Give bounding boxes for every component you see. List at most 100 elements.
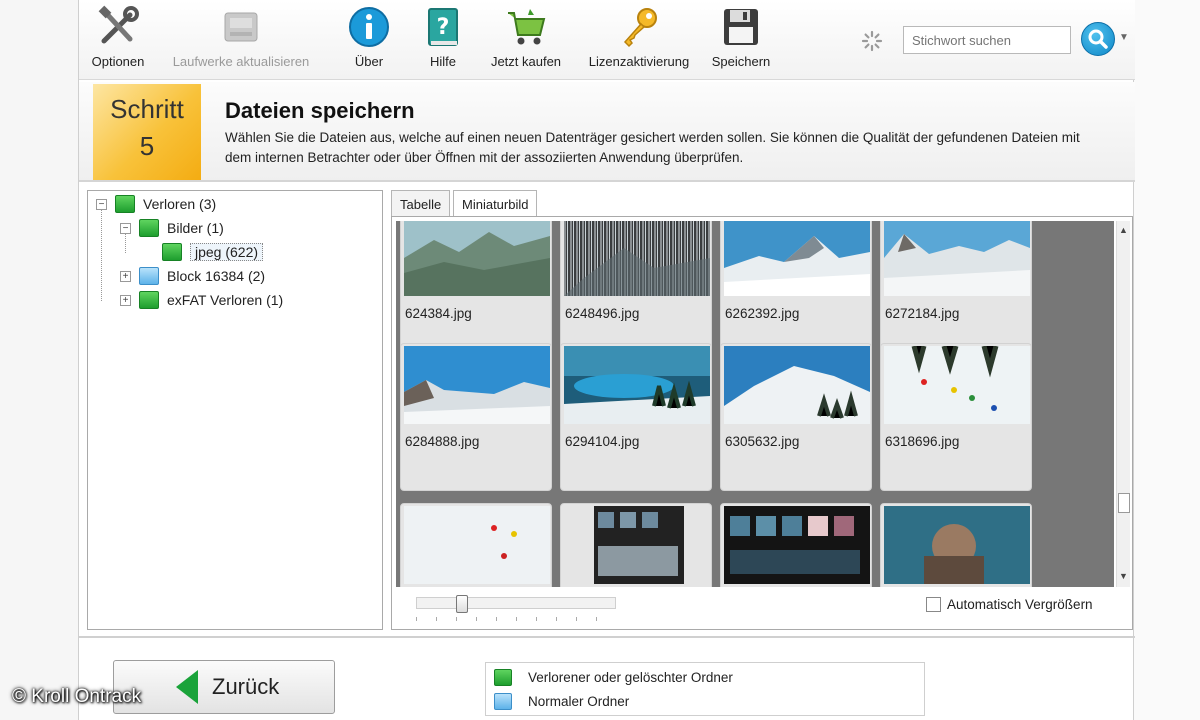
divider xyxy=(79,636,1135,638)
loading-spinner-icon xyxy=(861,30,883,52)
legend-lost-folder: Verlorener oder gelöschter Ordner xyxy=(494,669,733,686)
save-label: Speichern xyxy=(711,54,771,69)
scroll-up-icon[interactable]: ▲ xyxy=(1119,225,1128,235)
expand-icon[interactable]: + xyxy=(120,270,131,282)
thumbnail-tile[interactable]: 6262392.jpg xyxy=(720,221,872,363)
thumbnail-image xyxy=(724,221,870,296)
drive-refresh-icon xyxy=(218,4,264,50)
options-label: Optionen xyxy=(91,54,145,69)
thumbnail-filename: 624384.jpg xyxy=(405,306,472,321)
tree-node-bilder[interactable]: − Bilder (1) xyxy=(120,217,224,239)
options-button[interactable]: Optionen xyxy=(83,4,153,74)
slider-track xyxy=(416,597,616,609)
folder-legend: Verlorener oder gelöschter Ordner Normal… xyxy=(485,662,925,716)
normal-folder-icon xyxy=(494,693,512,710)
left-margin xyxy=(0,0,78,720)
thumbnail-image xyxy=(564,221,710,296)
tab-thumbnail[interactable]: Miniaturbild xyxy=(453,190,538,217)
normal-folder-icon xyxy=(139,267,159,285)
thumbnail-filename: 6318696.jpg xyxy=(885,434,960,449)
thumbnail-scrollbar[interactable]: ▲ ▼ xyxy=(1116,221,1130,587)
tab-table[interactable]: Tabelle xyxy=(391,190,451,216)
auto-zoom-checkbox[interactable]: Automatisch Vergrößern xyxy=(926,597,1093,612)
thumbnail-image xyxy=(884,506,1030,584)
refresh-drives-button[interactable]: Laufwerke aktualisieren xyxy=(161,4,321,74)
thumbnail-tile[interactable]: 6318696.jpg xyxy=(880,343,1032,491)
buy-now-label: Jetzt kaufen xyxy=(490,54,562,69)
thumbnail-tile[interactable]: 6248496.jpg xyxy=(560,221,712,363)
help-button[interactable]: ? Hilfe xyxy=(415,4,471,74)
page-title: Dateien speichern xyxy=(225,98,415,123)
thumbnail-tile[interactable] xyxy=(880,503,1032,587)
checkbox-box[interactable] xyxy=(926,597,941,612)
expand-icon[interactable]: + xyxy=(120,294,131,306)
thumbnail-tile[interactable]: 624384.jpg xyxy=(400,221,552,363)
back-button[interactable]: Zurück xyxy=(113,660,335,714)
step-header: Schritt 5 Dateien speichern Wählen Sie d… xyxy=(79,82,1135,182)
tools-icon xyxy=(95,4,141,50)
tree-node-verloren[interactable]: − Verloren (3) xyxy=(96,193,216,215)
search-button[interactable] xyxy=(1081,22,1115,56)
save-button[interactable]: Speichern xyxy=(705,4,777,74)
step-word: Schritt xyxy=(110,94,184,124)
thumbnail-filename: 6272184.jpg xyxy=(885,306,960,321)
scroll-down-icon[interactable]: ▼ xyxy=(1119,571,1128,581)
thumbnail-image xyxy=(404,506,550,584)
about-button[interactable]: Über xyxy=(341,4,397,74)
buy-now-button[interactable]: Jetzt kaufen xyxy=(481,4,571,74)
thumbnail-panel: 624384.jpg 6248496.jpg 6262392.jpg 62721… xyxy=(391,216,1133,630)
tree-node-exfat[interactable]: + exFAT Verloren (1) xyxy=(120,289,283,311)
lost-folder-icon xyxy=(494,669,512,686)
thumbnail-tile[interactable]: 6294104.jpg xyxy=(560,343,712,491)
thumbnail-tile[interactable]: 6272184.jpg xyxy=(880,221,1032,363)
thumbnail-tile[interactable] xyxy=(720,503,872,587)
thumbnail-image xyxy=(404,346,550,424)
tree-node-label: jpeg (622) xyxy=(190,243,264,261)
thumbnail-image xyxy=(724,506,870,584)
thumbnail-tile[interactable]: 6305632.jpg xyxy=(720,343,872,491)
thumbnail-filename: 6305632.jpg xyxy=(725,434,800,449)
thumbnail-image xyxy=(564,346,710,424)
thumbnail-image xyxy=(884,346,1030,424)
arrow-left-icon xyxy=(176,670,198,704)
app-window: Optionen Laufwerke aktualisieren Über ? … xyxy=(78,0,1135,720)
search-icon xyxy=(1088,29,1108,49)
tree-node-label: Bilder (1) xyxy=(167,220,224,236)
scrollbar-thumb[interactable] xyxy=(1118,493,1130,513)
thumbnail-size-slider[interactable] xyxy=(416,595,620,625)
right-margin xyxy=(1134,0,1200,720)
folder-tree: − Verloren (3) − Bilder (1) jpeg (622) +… xyxy=(87,190,383,630)
thumbnail-filename: 6248496.jpg xyxy=(565,306,640,321)
tree-guide-line xyxy=(101,209,102,301)
search-options-chevron-down-icon[interactable]: ▼ xyxy=(1119,32,1129,43)
search-input[interactable] xyxy=(903,26,1071,54)
tree-node-block[interactable]: + Block 16384 (2) xyxy=(120,265,265,287)
tree-node-label: exFAT Verloren (1) xyxy=(167,292,284,308)
legend-lost-label: Verlorener oder gelöschter Ordner xyxy=(528,670,733,685)
thumbnail-filename: 6294104.jpg xyxy=(565,434,640,449)
tree-node-jpeg[interactable]: jpeg (622) xyxy=(162,241,264,263)
toolbar: Optionen Laufwerke aktualisieren Über ? … xyxy=(79,0,1135,80)
slider-ticks xyxy=(416,617,616,621)
tree-node-label: Block 16384 (2) xyxy=(167,268,266,284)
legend-normal-folder: Normaler Ordner xyxy=(494,693,629,710)
help-label: Hilfe xyxy=(429,54,456,69)
collapse-icon[interactable]: − xyxy=(120,222,131,234)
collapse-icon[interactable]: − xyxy=(96,198,107,210)
thumbnail-tile[interactable] xyxy=(560,503,712,587)
lost-folder-icon xyxy=(139,291,159,309)
thumbnail-tile[interactable]: 6284888.jpg xyxy=(400,343,552,491)
step-description: Wählen Sie die Dateien aus, welche auf e… xyxy=(225,130,1080,165)
slider-handle[interactable] xyxy=(456,595,468,613)
back-label: Zurück xyxy=(212,674,280,699)
step-number: 5 xyxy=(139,131,155,161)
lost-folder-icon xyxy=(115,195,135,213)
license-activation-button[interactable]: Lizenzaktivierung xyxy=(577,4,701,74)
thumbnail-image xyxy=(564,506,710,584)
about-label: Über xyxy=(354,54,384,69)
svg-text:?: ? xyxy=(437,15,450,40)
lost-folder-icon xyxy=(162,243,182,261)
key-icon xyxy=(616,4,662,50)
info-icon xyxy=(346,4,392,50)
thumbnail-tile[interactable] xyxy=(400,503,552,587)
